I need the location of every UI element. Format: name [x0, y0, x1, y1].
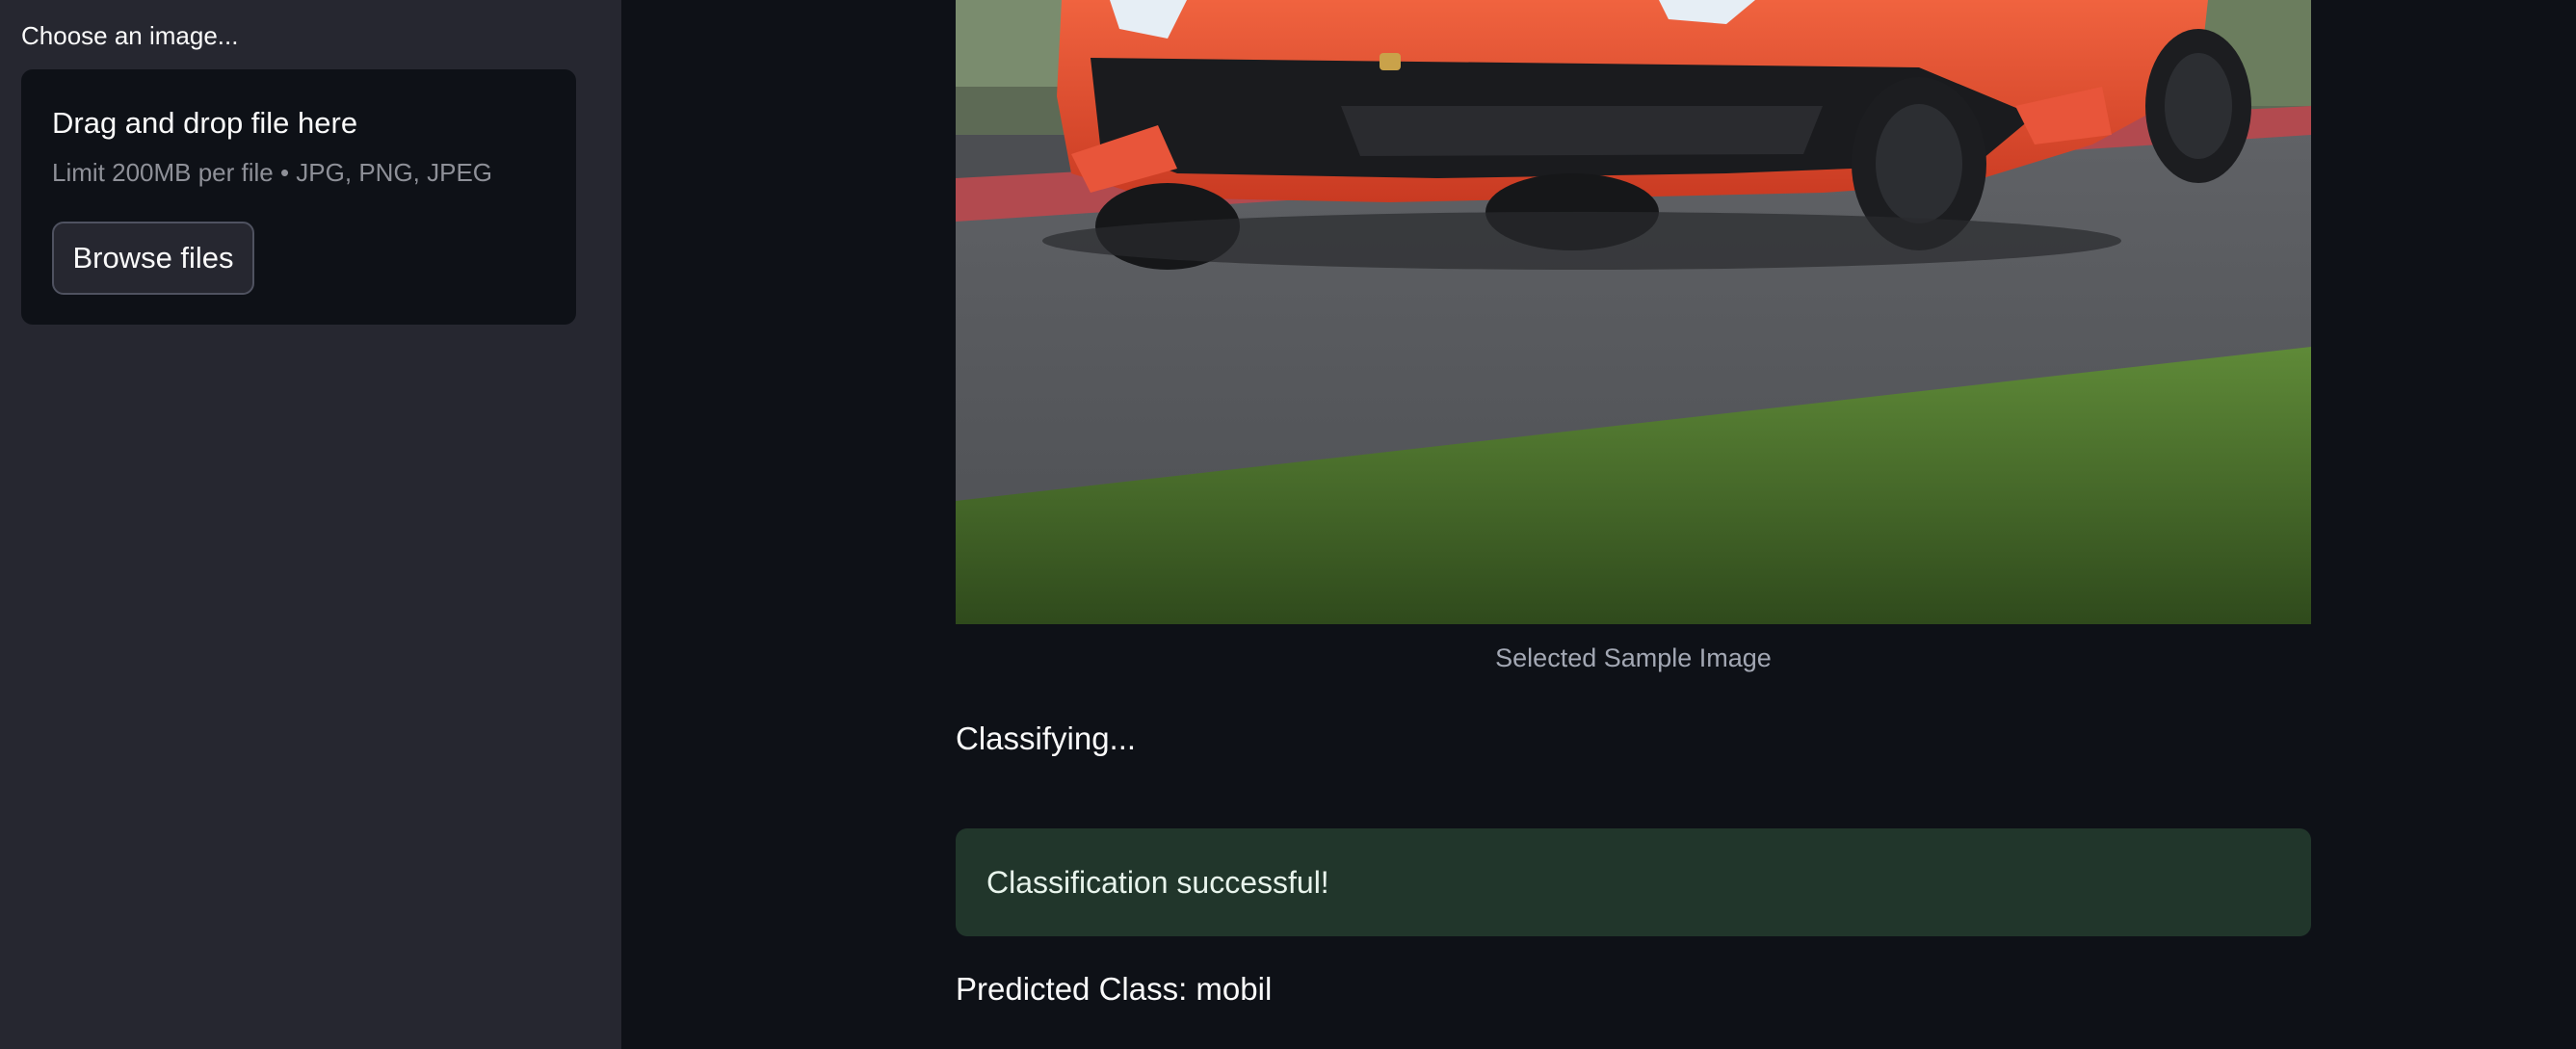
success-alert-text: Classification successful!: [986, 864, 1329, 900]
app-root: Choose an image... Drag and drop file he…: [0, 0, 2576, 1049]
status-text: Classifying...: [956, 721, 1137, 756]
browse-files-button[interactable]: Browse files: [52, 222, 254, 295]
success-alert: Classification successful!: [956, 828, 2311, 936]
sample-image: [956, 0, 2311, 624]
dropzone-limit-text: Limit 200MB per file • JPG, PNG, JPEG: [52, 158, 493, 187]
sports-car-photo: [956, 0, 2311, 624]
file-dropzone[interactable]: Drag and drop file here Limit 200MB per …: [21, 69, 576, 325]
predicted-class-text: Predicted Class: mobil: [956, 971, 1273, 1007]
dropzone-title: Drag and drop file here: [52, 106, 358, 140]
file-uploader-label: Choose an image...: [21, 21, 239, 50]
sidebar: Choose an image... Drag and drop file he…: [0, 0, 621, 1049]
image-caption: Selected Sample Image: [1495, 643, 1772, 672]
